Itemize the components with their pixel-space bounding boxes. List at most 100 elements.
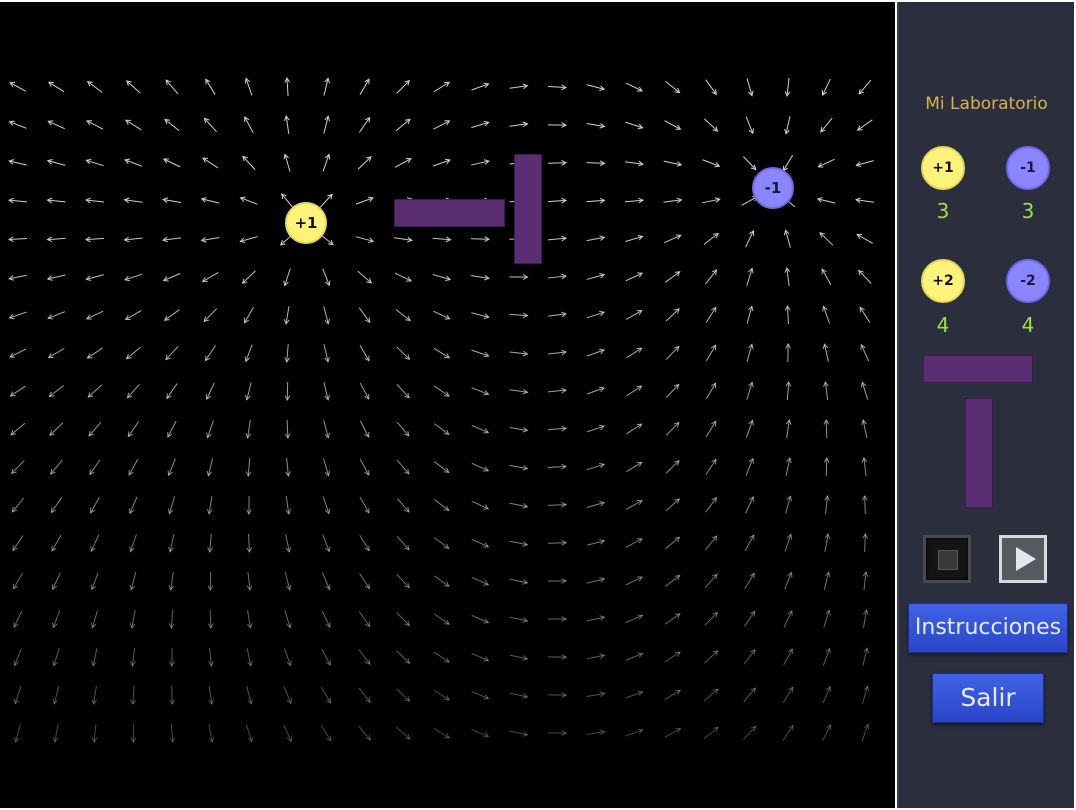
field-vector — [359, 496, 370, 514]
field-vector — [664, 613, 681, 625]
field-vector — [359, 344, 370, 362]
field-vector — [665, 384, 680, 398]
field-vector — [11, 497, 25, 513]
field-vector — [132, 685, 135, 705]
instructions-button[interactable]: Instrucciones — [908, 603, 1068, 653]
field-vector — [547, 465, 567, 469]
field-vector — [202, 272, 219, 282]
field-vector — [665, 575, 680, 587]
field-vector — [204, 117, 217, 133]
field-vector — [586, 199, 605, 203]
field-vector — [10, 385, 26, 397]
field-vector — [10, 422, 26, 436]
field-vector — [359, 535, 370, 551]
field-vector — [396, 497, 410, 513]
field-vector — [782, 687, 794, 703]
field-vector — [787, 305, 789, 325]
field-vector — [242, 270, 256, 284]
field-vector — [433, 423, 450, 435]
exit-button[interactable]: Salir — [932, 673, 1044, 723]
field-vector — [48, 348, 65, 358]
field-vector — [321, 686, 331, 704]
palette-wall-vertical[interactable] — [965, 398, 993, 508]
field-vector — [586, 162, 605, 164]
palette-wall-horizontal[interactable] — [923, 355, 1033, 383]
field-vector — [359, 78, 370, 96]
palette-charge-plus1[interactable]: +1 — [921, 146, 965, 190]
field-vector — [358, 611, 371, 627]
play-button[interactable] — [999, 535, 1047, 583]
field-vector — [127, 383, 140, 399]
field-vector — [205, 345, 216, 361]
field-canvas[interactable]: +1 -1 — [0, 2, 895, 808]
palette-count-minus1: 3 — [1021, 199, 1035, 223]
palette-charge-minus1[interactable]: -1 — [1006, 146, 1050, 190]
field-vector — [396, 421, 410, 437]
field-vector — [547, 732, 567, 734]
field-vector — [395, 118, 411, 132]
field-vector — [857, 119, 873, 131]
charge-negative-1[interactable]: -1 — [752, 167, 794, 209]
charge-positive-1[interactable]: +1 — [285, 202, 327, 244]
field-vector — [50, 459, 63, 475]
field-vector — [47, 237, 66, 241]
palette-charge-minus2[interactable]: -2 — [1006, 259, 1050, 303]
field-vector — [433, 81, 450, 93]
field-vector — [705, 79, 717, 95]
field-vector — [547, 199, 567, 203]
field-vector — [782, 725, 794, 741]
field-vector — [396, 535, 410, 551]
field-vector — [547, 542, 567, 544]
field-vector — [864, 533, 866, 553]
field-vector — [433, 613, 450, 625]
field-vector — [858, 79, 872, 95]
field-vector — [859, 307, 871, 323]
field-vector — [8, 238, 28, 240]
field-vector — [166, 383, 178, 399]
field-vector — [396, 459, 410, 475]
field-vector — [782, 155, 794, 171]
field-vector — [704, 612, 718, 626]
field-vector — [626, 385, 642, 397]
field-vector — [319, 194, 333, 208]
field-vector — [89, 459, 101, 475]
palette-count-minus2: 4 — [1021, 313, 1035, 337]
field-vector — [51, 534, 62, 552]
field-vector — [706, 344, 716, 362]
field-vector — [704, 650, 718, 664]
field-vector — [434, 461, 449, 473]
field-vector — [547, 85, 567, 89]
field-vector — [358, 307, 371, 323]
field-vector — [706, 382, 716, 400]
field-vector — [665, 460, 680, 474]
field-vector — [88, 421, 102, 437]
field-vector — [858, 270, 872, 284]
field-vector — [665, 422, 680, 436]
field-vector — [742, 156, 757, 170]
field-vector — [286, 77, 289, 97]
field-vector — [358, 725, 371, 741]
field-vector — [703, 727, 719, 739]
field-vector — [358, 649, 371, 665]
field-vector — [704, 535, 718, 551]
stop-button[interactable] — [923, 535, 971, 583]
wall-horizontal[interactable] — [394, 199, 505, 227]
field-vector — [396, 650, 410, 664]
wall-vertical[interactable] — [514, 154, 542, 264]
field-vector — [743, 611, 756, 627]
field-vector — [396, 574, 410, 588]
field-vector — [743, 687, 756, 703]
field-vector — [209, 609, 212, 629]
field-vector — [165, 346, 179, 360]
field-vector — [286, 419, 289, 439]
field-vector — [125, 310, 142, 320]
field-vector — [248, 533, 250, 553]
field-vector — [434, 499, 449, 511]
field-vector — [547, 162, 567, 164]
field-vector — [626, 461, 642, 473]
field-vector — [205, 79, 216, 95]
stop-icon — [938, 550, 958, 570]
palette-count-plus1: 3 — [936, 199, 950, 223]
palette-charge-plus2[interactable]: +2 — [921, 259, 965, 303]
field-vector — [665, 498, 680, 512]
